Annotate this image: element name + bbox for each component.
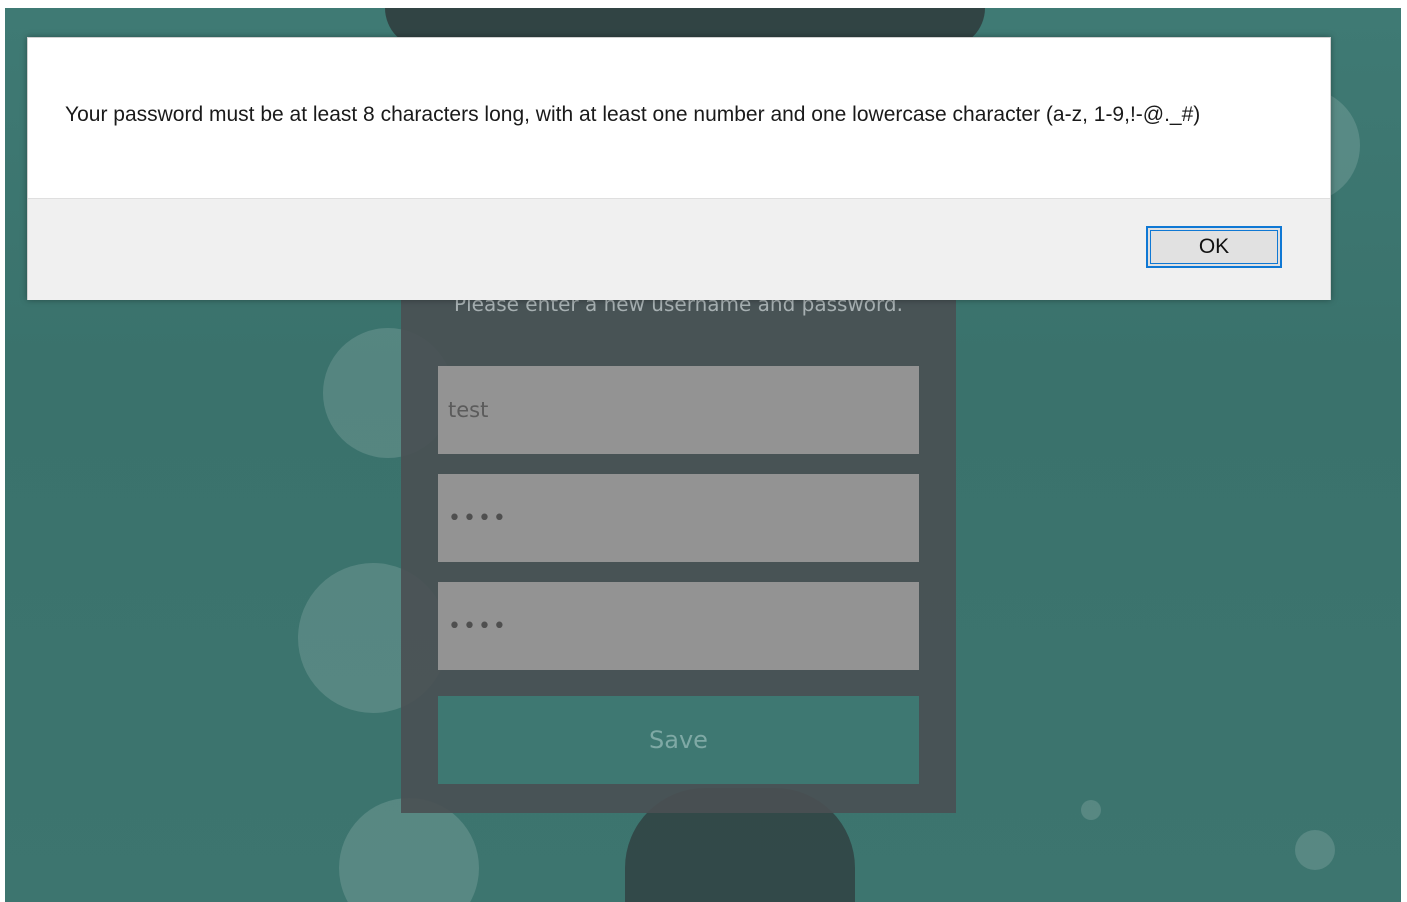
confirm-password-input[interactable]: •••• bbox=[438, 582, 919, 670]
ok-button[interactable]: OK bbox=[1146, 226, 1282, 268]
username-input[interactable]: test bbox=[438, 366, 919, 454]
alert-dialog-body: Your password must be at least 8 charact… bbox=[28, 38, 1330, 198]
alert-message: Your password must be at least 8 charact… bbox=[65, 103, 1201, 126]
ok-button-label: OK bbox=[1198, 235, 1230, 258]
password-input[interactable]: •••• bbox=[438, 474, 919, 562]
confirm-password-value: •••• bbox=[448, 613, 508, 639]
decorative-bubble bbox=[339, 798, 479, 902]
decorative-bubble bbox=[1295, 830, 1335, 870]
password-value: •••• bbox=[448, 505, 508, 531]
alert-dialog: Your password must be at least 8 charact… bbox=[27, 37, 1331, 300]
reset-credentials-card: Please enter a new username and password… bbox=[401, 280, 956, 813]
decorative-bubble bbox=[1081, 800, 1101, 820]
alert-dialog-footer: OK bbox=[28, 198, 1330, 300]
username-value: test bbox=[448, 398, 489, 422]
save-button[interactable]: Save bbox=[438, 696, 919, 784]
